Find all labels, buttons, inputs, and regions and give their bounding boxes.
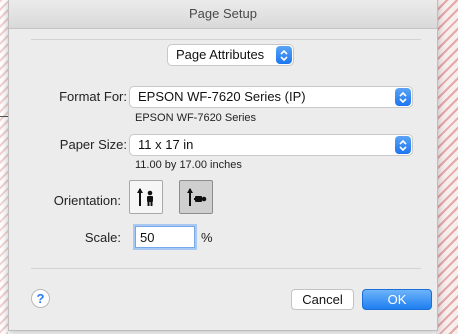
help-button[interactable]: ? — [31, 289, 50, 308]
landscape-icon — [187, 188, 207, 206]
background-document-line — [0, 116, 8, 117]
settings-popup-chevron-icon — [276, 46, 292, 64]
orientation-label: Orientation: — [53, 193, 121, 208]
paper-size-description: 11.00 by 17.00 inches — [135, 159, 242, 171]
format-for-value: EPSON WF-7620 Series (IP) — [138, 89, 306, 104]
paper-size-label: Paper Size: — [59, 137, 127, 152]
format-for-label: Format For: — [59, 89, 127, 104]
paper-size-chevron-icon — [395, 136, 411, 154]
ok-button[interactable]: OK — [362, 289, 432, 310]
window-title: Page Setup — [9, 0, 437, 29]
bottom-divider — [31, 268, 421, 269]
paper-size-value: 11 x 17 in — [138, 137, 194, 152]
scale-label: Scale: — [84, 230, 121, 245]
scale-unit: % — [201, 230, 213, 245]
format-for-description: EPSON WF-7620 Series — [135, 112, 257, 124]
background-document-right — [436, 0, 458, 334]
landscape-button[interactable] — [179, 180, 213, 214]
cancel-button[interactable]: Cancel — [291, 289, 354, 310]
portrait-button[interactable] — [129, 180, 163, 214]
format-for-popup[interactable]: EPSON WF-7620 Series (IP) — [129, 86, 413, 108]
settings-popup[interactable]: Page Attributes — [167, 44, 294, 66]
scale-input[interactable] — [135, 226, 195, 248]
background-document-left — [0, 0, 8, 334]
format-for-chevron-icon — [395, 88, 411, 106]
paper-size-popup[interactable]: 11 x 17 in — [129, 134, 413, 156]
page-setup-sheet: Page Setup Page Attributes Format For: E… — [8, 0, 438, 331]
portrait-icon — [137, 188, 153, 206]
settings-popup-value: Page Attributes — [176, 47, 265, 62]
top-divider — [31, 39, 421, 40]
